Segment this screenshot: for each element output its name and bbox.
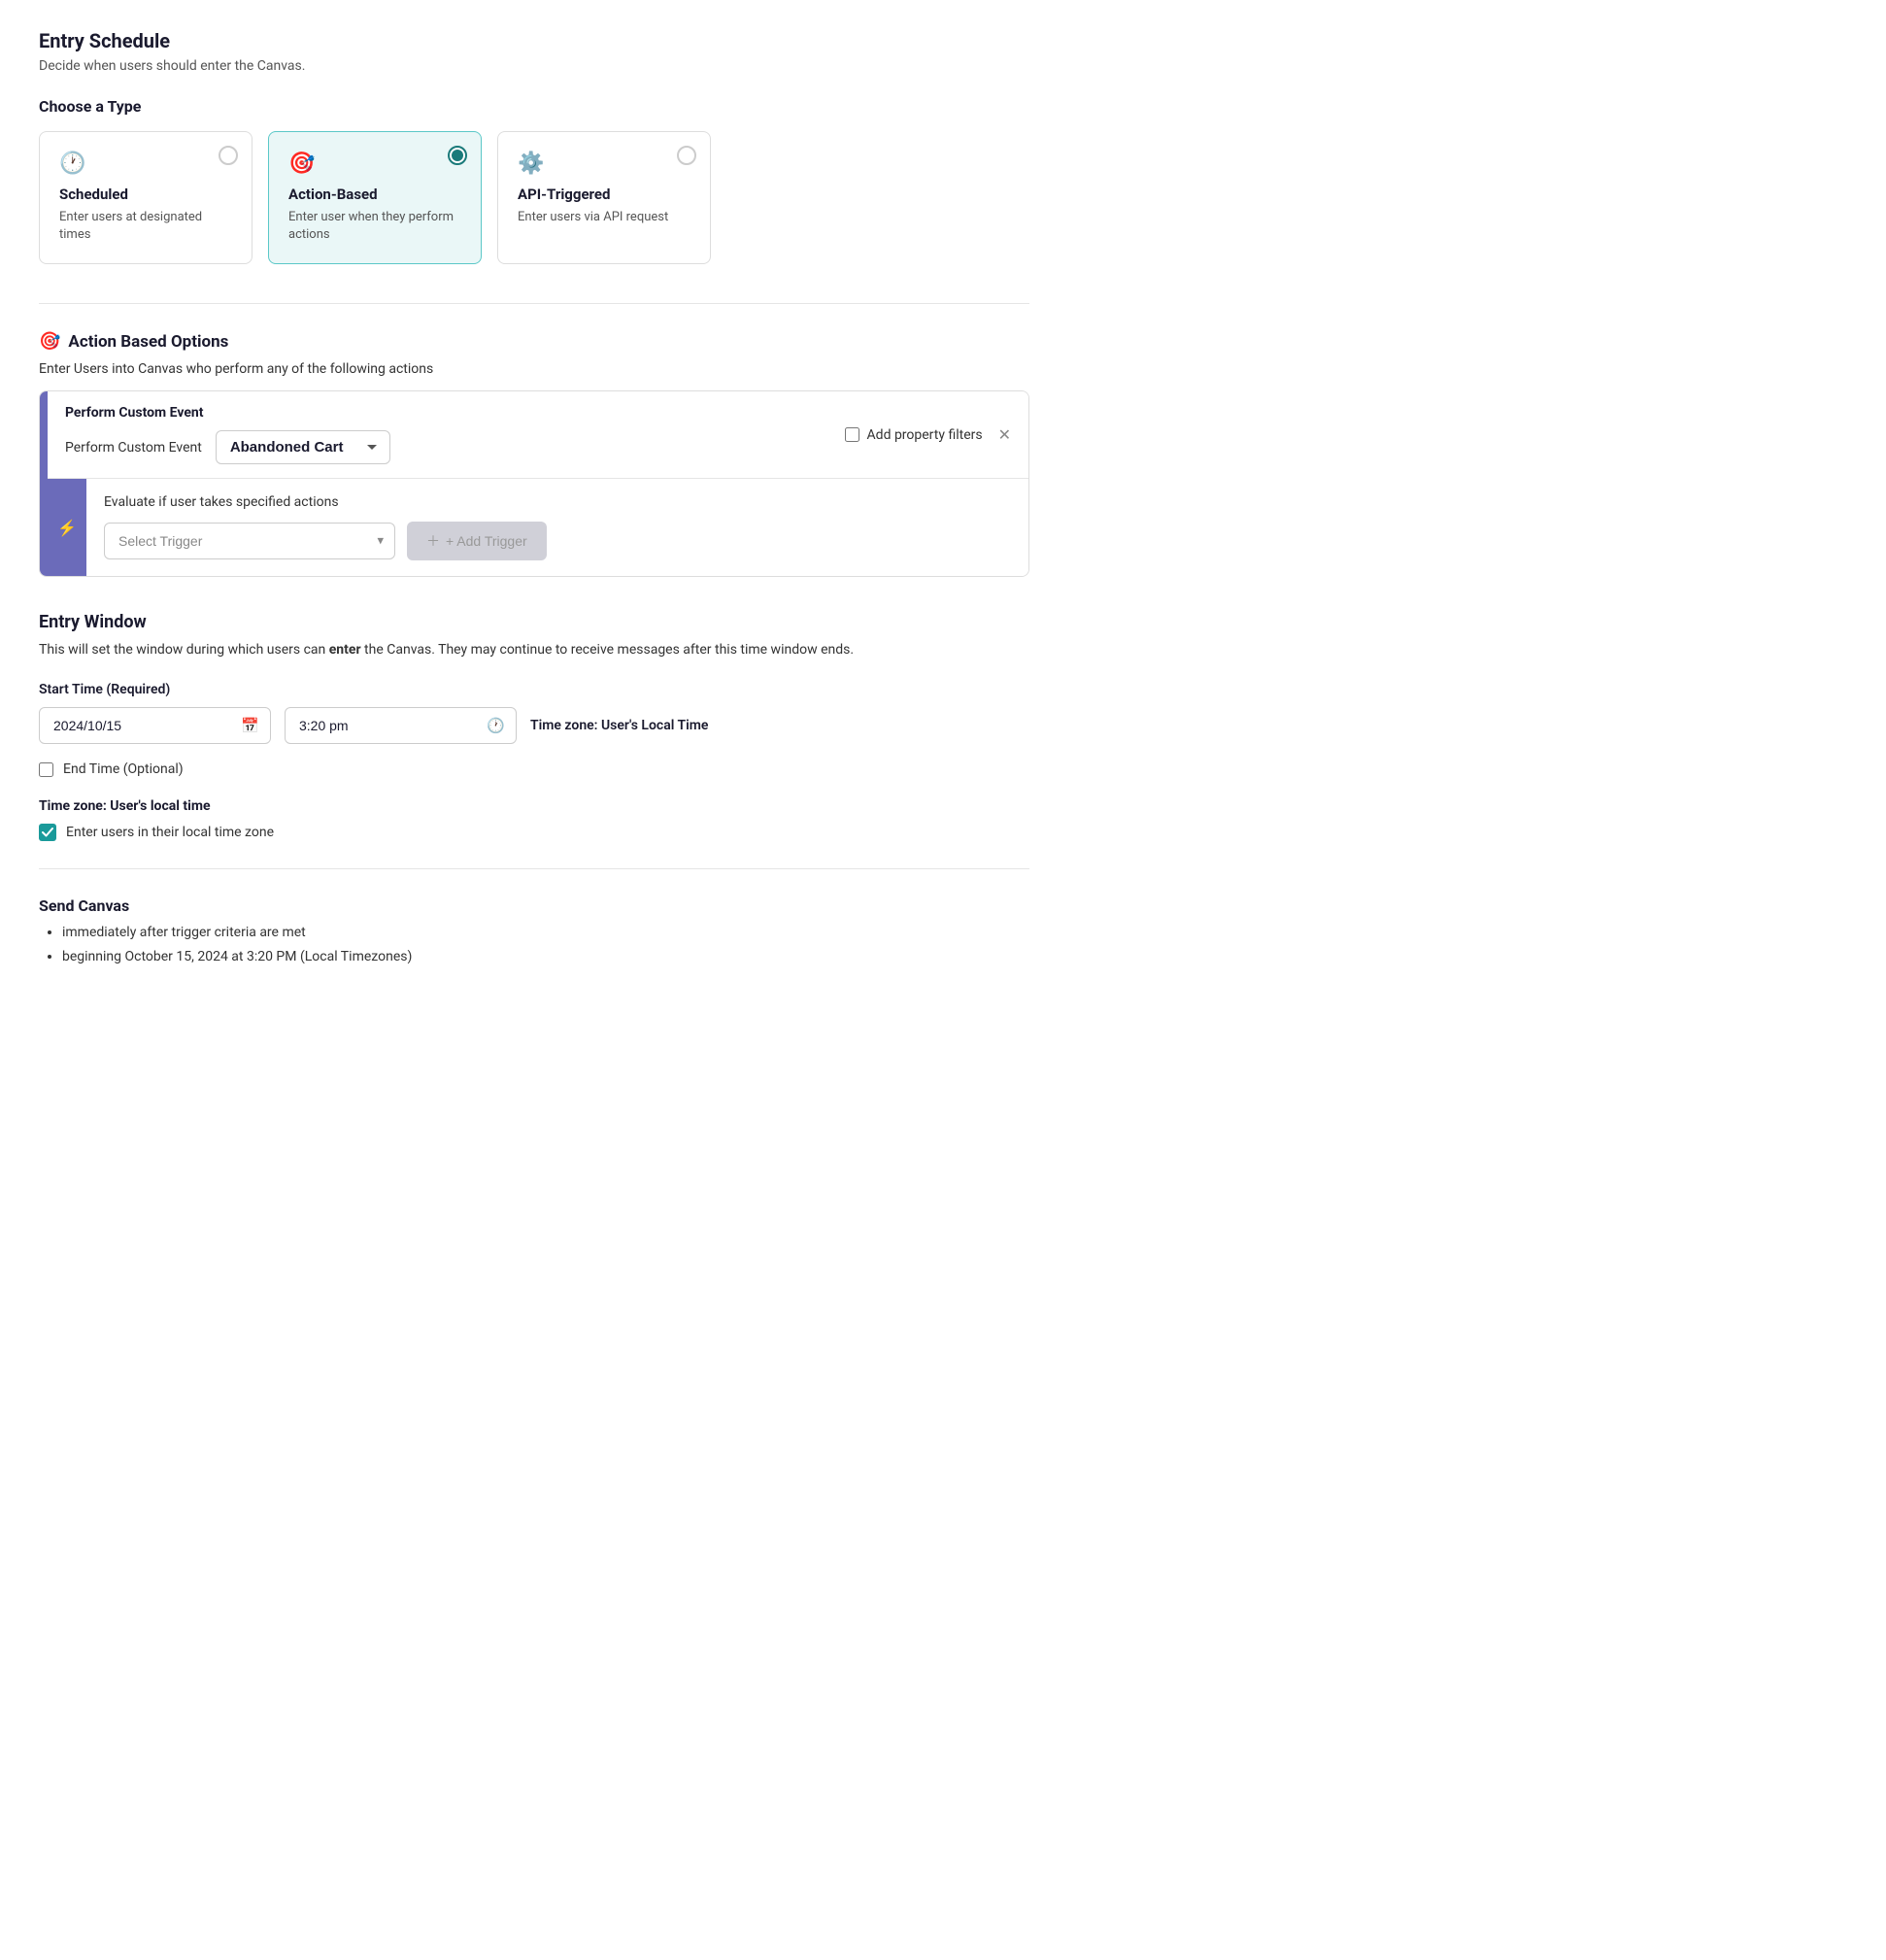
add-trigger-button[interactable]: ＋ + Add Trigger bbox=[407, 522, 547, 560]
divider-1 bbox=[39, 303, 1029, 304]
action-right-content: Perform Custom Event Perform Custom Even… bbox=[48, 391, 1028, 576]
add-property-checkbox[interactable] bbox=[845, 427, 859, 442]
send-canvas-section: Send Canvas immediately after trigger cr… bbox=[39, 896, 1029, 967]
event-label-text: Perform Custom Event bbox=[65, 440, 202, 456]
action-row-inner: Perform Custom Event Abandoned Cart Purc… bbox=[65, 430, 845, 464]
end-time-label: End Time (Optional) bbox=[63, 761, 184, 777]
send-canvas-title: Send Canvas bbox=[39, 896, 1029, 915]
time-input-wrap: 🕐 bbox=[285, 707, 517, 744]
divider-2 bbox=[39, 868, 1029, 869]
trigger-inputs: Select Trigger ▾ ＋ + Add Trigger bbox=[104, 522, 1011, 560]
send-canvas-bullet-2: beginning October 15, 2024 at 3:20 PM (L… bbox=[62, 947, 1029, 967]
trigger-select-wrap: Select Trigger ▾ bbox=[104, 523, 395, 559]
card-api-name: API-Triggered bbox=[518, 186, 690, 203]
action-row-title: Perform Custom Event bbox=[65, 405, 845, 421]
trigger-sidebar: ⚡ bbox=[48, 479, 86, 576]
card-action-name: Action-Based bbox=[288, 186, 461, 203]
action-left-bar bbox=[40, 391, 48, 576]
type-card-api-triggered[interactable]: ⚙️ API-Triggered Enter users via API req… bbox=[497, 131, 711, 264]
choose-type-label: Choose a Type bbox=[39, 97, 1029, 116]
trigger-row: ⚡ Evaluate if user takes specified actio… bbox=[48, 479, 1028, 576]
radio-action-based[interactable] bbox=[448, 146, 467, 165]
close-action-button[interactable]: ✕ bbox=[998, 425, 1011, 445]
clock-icon: 🕐 bbox=[59, 152, 232, 176]
radio-scheduled[interactable] bbox=[219, 146, 238, 165]
start-time-label: Start Time (Required) bbox=[39, 682, 1029, 697]
end-time-row: End Time (Optional) bbox=[39, 761, 1029, 777]
entry-window-desc-bold: enter bbox=[329, 642, 361, 658]
action-block-inner: Perform Custom Event Perform Custom Even… bbox=[40, 391, 1028, 576]
type-cards: 🕐 Scheduled Enter users at designated ti… bbox=[39, 131, 1029, 264]
entry-window-title: Entry Window bbox=[39, 612, 1029, 632]
add-trigger-label: + Add Trigger bbox=[446, 533, 527, 549]
card-api-desc: Enter users via API request bbox=[518, 209, 690, 226]
add-property-area: Add property filters ✕ bbox=[845, 425, 1011, 445]
event-select[interactable]: Abandoned Cart Purchase Page View bbox=[216, 430, 390, 464]
send-canvas-list: immediately after trigger criteria are m… bbox=[39, 923, 1029, 967]
local-time-section-label: Time zone: User's local time bbox=[39, 798, 1029, 814]
entry-window-desc-end: the Canvas. They may continue to receive… bbox=[361, 642, 854, 658]
page-subtitle: Decide when users should enter the Canva… bbox=[39, 58, 1029, 74]
card-scheduled-desc: Enter users at designated times bbox=[59, 209, 232, 244]
gear-icon: ⚙️ bbox=[518, 152, 690, 176]
type-card-scheduled[interactable]: 🕐 Scheduled Enter users at designated ti… bbox=[39, 131, 253, 264]
page-title: Entry Schedule bbox=[39, 29, 1029, 52]
lightning-icon: ⚡ bbox=[57, 519, 77, 537]
trigger-select[interactable]: Select Trigger bbox=[104, 523, 395, 559]
local-time-section: Time zone: User's local time Enter users… bbox=[39, 798, 1029, 841]
trigger-desc: Evaluate if user takes specified actions bbox=[104, 494, 1011, 510]
local-time-row: Enter users in their local time zone bbox=[39, 824, 1029, 841]
type-card-action-based[interactable]: 🎯 Action-Based Enter user when they perf… bbox=[268, 131, 482, 264]
action-row-label-col: Perform Custom Event Perform Custom Even… bbox=[65, 405, 845, 464]
start-date-input[interactable] bbox=[39, 707, 271, 744]
start-time-input[interactable] bbox=[285, 707, 517, 744]
datetime-row: 📅 🕐 Time zone: User's Local Time bbox=[39, 707, 1029, 744]
target-icon: 🎯 bbox=[288, 152, 461, 176]
local-time-checkbox-label: Enter users in their local time zone bbox=[66, 825, 274, 840]
card-scheduled-name: Scheduled bbox=[59, 186, 232, 203]
card-action-desc: Enter user when they perform actions bbox=[288, 209, 461, 244]
plus-icon: ＋ bbox=[426, 531, 440, 551]
trigger-content: Evaluate if user takes specified actions… bbox=[86, 479, 1028, 576]
action-intro-text: Enter Users into Canvas who perform any … bbox=[39, 361, 1029, 377]
timezone-label: Time zone: User's Local Time bbox=[530, 718, 708, 733]
radio-api-triggered[interactable] bbox=[677, 146, 696, 165]
checkmark-icon bbox=[42, 827, 53, 838]
add-property-label: Add property filters bbox=[867, 427, 983, 443]
local-time-checkbox[interactable] bbox=[39, 824, 56, 841]
entry-window-desc-start: This will set the window during which us… bbox=[39, 642, 329, 658]
perform-custom-event-row: Perform Custom Event Perform Custom Even… bbox=[48, 391, 1028, 479]
send-canvas-bullet-1: immediately after trigger criteria are m… bbox=[62, 923, 1029, 943]
action-block: Perform Custom Event Perform Custom Even… bbox=[39, 390, 1029, 577]
date-input-wrap: 📅 bbox=[39, 707, 271, 744]
entry-window-desc: This will set the window during which us… bbox=[39, 640, 1029, 660]
target-section-icon: 🎯 bbox=[39, 331, 60, 352]
action-based-title: Action Based Options bbox=[68, 332, 228, 352]
end-time-checkbox[interactable] bbox=[39, 762, 53, 777]
action-based-heading: 🎯 Action Based Options bbox=[39, 331, 1029, 352]
